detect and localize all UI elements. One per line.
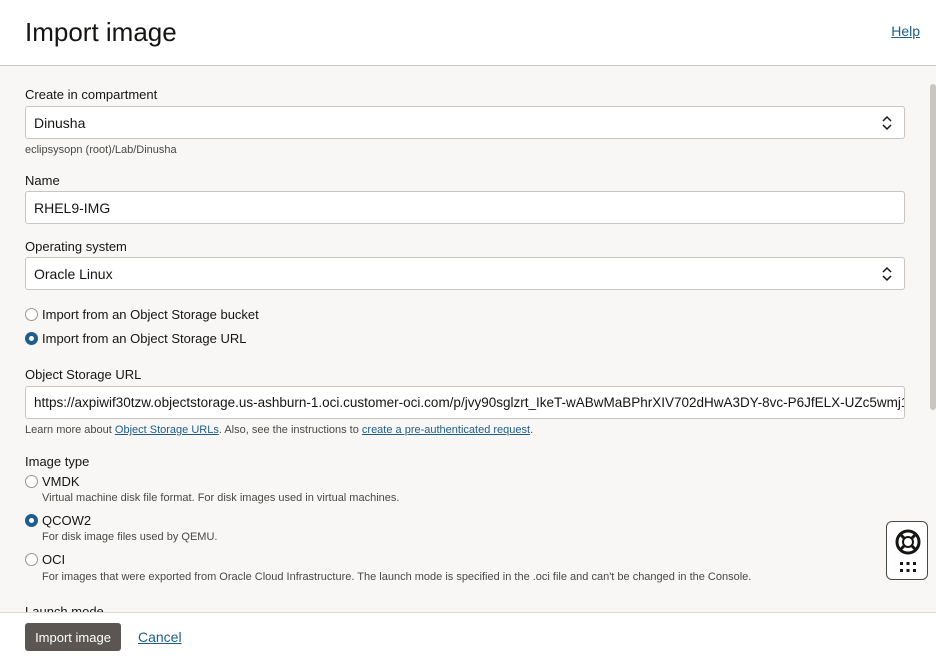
import-image-panel: Import image Help Create in compartment … bbox=[0, 0, 936, 664]
radio-button[interactable] bbox=[25, 553, 38, 566]
radio-label: Import from an Object Storage URL bbox=[42, 331, 247, 346]
import-image-button[interactable]: Import image bbox=[25, 623, 121, 651]
compartment-label: Create in compartment bbox=[25, 87, 158, 102]
radio-oci[interactable]: OCI bbox=[25, 552, 65, 567]
hint-text: Learn more about bbox=[25, 424, 115, 436]
compartment-value: Dinusha bbox=[34, 114, 86, 131]
url-hint: Learn more about Object Storage URLs. Al… bbox=[25, 424, 533, 436]
compartment-path-hint: eclipsysopn (root)/Lab/Dinusha bbox=[25, 144, 177, 156]
qcow2-description: For disk image files used by QEMU. bbox=[42, 531, 218, 543]
help-widget[interactable] bbox=[886, 521, 928, 580]
page-title: Import image bbox=[25, 17, 177, 47]
object-storage-urls-link[interactable]: Object Storage URLs bbox=[115, 424, 219, 436]
scrollbar[interactable] bbox=[930, 84, 936, 410]
radio-vmdk[interactable]: VMDK bbox=[25, 474, 80, 489]
hint-text: . Also, see the instructions to bbox=[218, 424, 362, 436]
radio-label: QCOW2 bbox=[42, 513, 92, 528]
os-select[interactable]: Oracle Linux bbox=[25, 257, 905, 290]
object-storage-url-input[interactable]: https://axpiwif30tzw.objectstorage.us-as… bbox=[25, 386, 905, 419]
radio-label: Import from an Object Storage bucket bbox=[42, 307, 259, 322]
name-label: Name bbox=[25, 173, 60, 188]
create-par-link[interactable]: create a pre-authenticated request bbox=[362, 424, 530, 436]
radio-import-bucket[interactable]: Import from an Object Storage bucket bbox=[25, 307, 259, 322]
url-label: Object Storage URL bbox=[25, 367, 142, 382]
image-type-label: Image type bbox=[25, 454, 90, 469]
form-body[interactable]: Create in compartment Dinusha eclipsysop… bbox=[0, 66, 936, 612]
oci-description: For images that were exported from Oracl… bbox=[42, 571, 752, 583]
radio-button[interactable] bbox=[25, 308, 38, 321]
help-link[interactable]: Help bbox=[891, 23, 920, 39]
radio-import-url[interactable]: Import from an Object Storage URL bbox=[25, 331, 246, 346]
select-arrows-icon bbox=[882, 266, 892, 282]
hint-text: . bbox=[530, 424, 534, 436]
select-arrows-icon bbox=[882, 115, 892, 131]
radio-qcow2[interactable]: QCOW2 bbox=[25, 513, 91, 528]
radio-button[interactable] bbox=[25, 332, 38, 345]
radio-button[interactable] bbox=[25, 475, 38, 488]
vmdk-description: Virtual machine disk file format. For di… bbox=[42, 492, 400, 504]
os-value: Oracle Linux bbox=[34, 265, 113, 282]
os-label: Operating system bbox=[25, 239, 127, 254]
compartment-select[interactable]: Dinusha bbox=[25, 106, 905, 139]
radio-label: VMDK bbox=[42, 474, 80, 489]
lifebuoy-icon[interactable] bbox=[887, 522, 929, 581]
url-value: https://axpiwif30tzw.objectstorage.us-as… bbox=[34, 395, 905, 410]
name-input[interactable]: RHEL9-IMG bbox=[25, 191, 905, 224]
radio-button[interactable] bbox=[25, 514, 38, 527]
cancel-link[interactable]: Cancel bbox=[138, 629, 182, 645]
radio-label: OCI bbox=[42, 552, 66, 567]
panel-footer: Import image Cancel bbox=[0, 612, 936, 664]
apps-grid-icon bbox=[900, 562, 916, 572]
panel-header: Import image Help bbox=[0, 0, 936, 66]
name-value: RHEL9-IMG bbox=[34, 199, 111, 216]
launch-mode-label: Launch mode bbox=[25, 605, 104, 612]
